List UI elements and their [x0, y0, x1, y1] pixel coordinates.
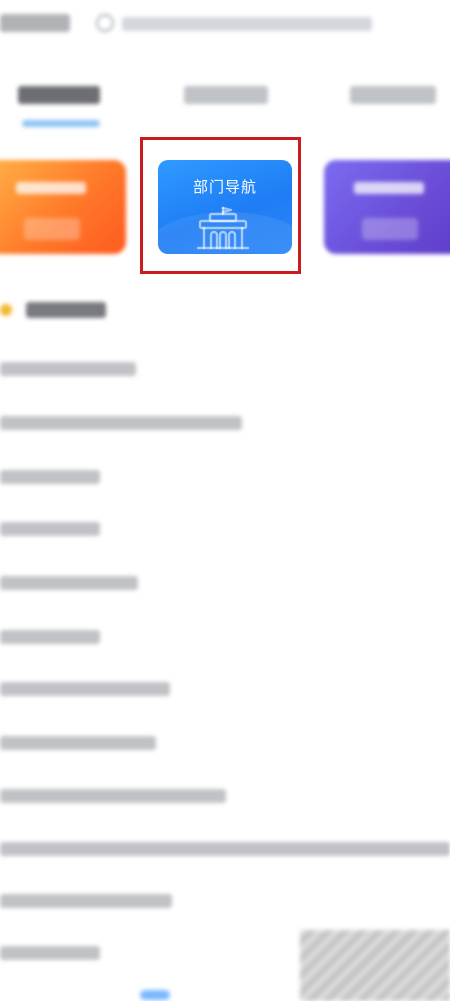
tab-3[interactable] [350, 86, 436, 104]
list-item[interactable] [0, 946, 100, 960]
watermark-thumbnail [300, 930, 450, 1001]
tab-1[interactable] [18, 86, 100, 104]
card-label [354, 182, 424, 194]
service-card-left[interactable] [0, 160, 126, 254]
card-icon [362, 218, 418, 240]
card-label [16, 182, 86, 194]
list-item[interactable] [0, 842, 450, 856]
tab-indicator [22, 120, 100, 127]
tab-bar [0, 70, 450, 140]
header-bar [0, 0, 450, 56]
list-item[interactable] [0, 470, 100, 484]
card-icon [24, 218, 80, 240]
section-title [26, 302, 106, 318]
search-input[interactable] [122, 17, 372, 31]
list-item[interactable] [0, 682, 170, 696]
highlight-box [140, 137, 301, 274]
list-item[interactable] [0, 362, 136, 376]
bottom-nav-indicator [140, 990, 170, 1000]
list-item[interactable] [0, 789, 226, 803]
list-item[interactable] [0, 894, 172, 908]
search-icon [96, 14, 114, 32]
list-item[interactable] [0, 522, 100, 536]
list-item[interactable] [0, 630, 100, 644]
list-item[interactable] [0, 576, 138, 590]
list-item[interactable] [0, 736, 156, 750]
list-item[interactable] [0, 416, 242, 430]
section-dot [0, 304, 12, 316]
location-selector[interactable] [0, 14, 70, 32]
section-header [0, 298, 200, 324]
service-card-right[interactable] [324, 160, 450, 254]
tab-2[interactable] [184, 86, 268, 104]
